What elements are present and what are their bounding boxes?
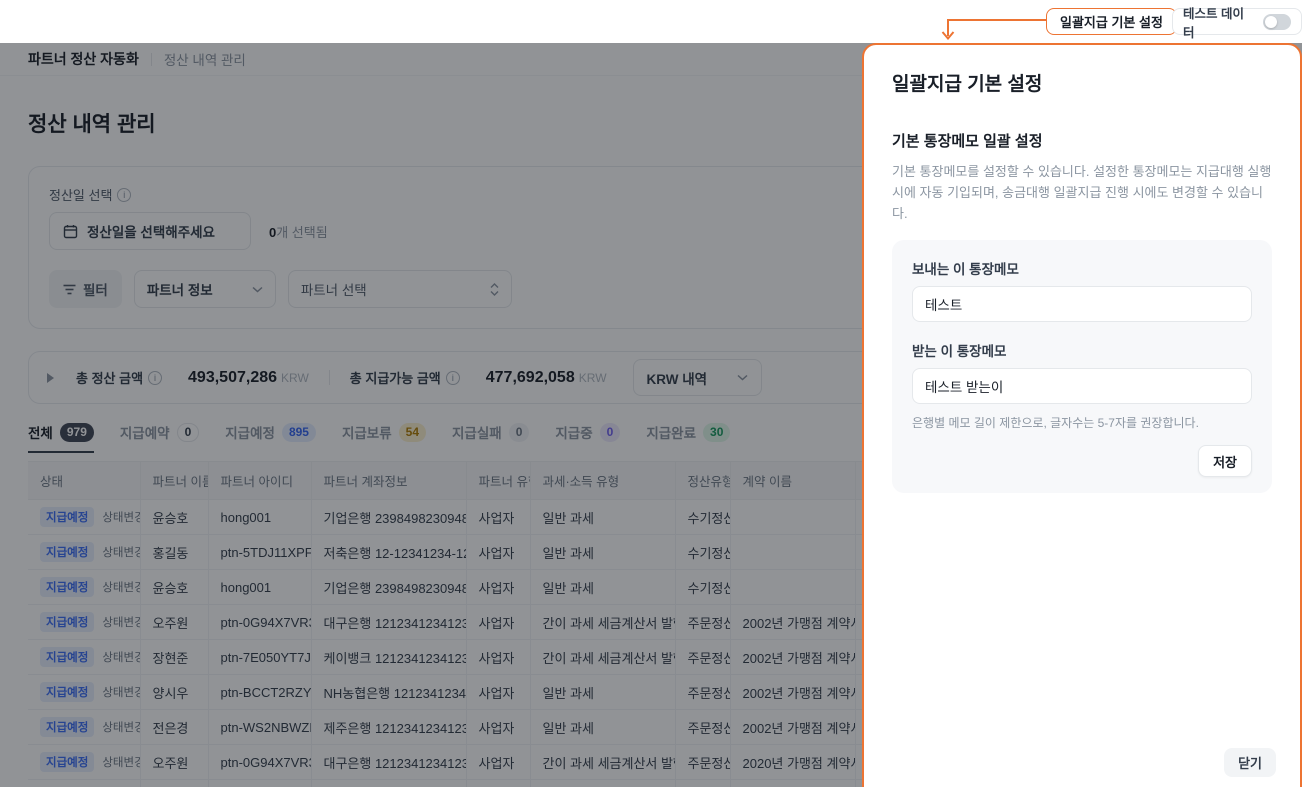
- test-data-label: 테스트 데이터: [1183, 3, 1255, 41]
- save-button[interactable]: 저장: [1198, 445, 1252, 477]
- receiver-memo-label: 받는 이 통장메모: [912, 340, 1252, 360]
- test-data-toggle[interactable]: [1263, 14, 1291, 30]
- drawer-description: 기본 통장메모를 설정할 수 있습니다. 설정한 통장메모는 지급대행 실행 시…: [892, 161, 1272, 224]
- screen: 파트너 정산 자동화 정산 내역 관리 정산 내역 관리 정산일 선택 i: [0, 0, 1302, 787]
- drawer-section-title: 기본 통장메모 일괄 설정: [892, 130, 1272, 151]
- drawer-title: 일괄지급 기본 설정: [892, 69, 1272, 96]
- sender-memo-label: 보내는 이 통장메모: [912, 258, 1252, 278]
- memo-settings-panel: 보내는 이 통장메모 받는 이 통장메모 은행별 메모 길이 제한으로, 글자수…: [892, 240, 1272, 493]
- toggle-knob: [1265, 16, 1277, 28]
- bulk-payment-settings-button[interactable]: 일괄지급 기본 설정: [1046, 8, 1177, 35]
- test-data-toggle-box: 테스트 데이터: [1172, 8, 1302, 35]
- connector-arrow-icon: [941, 31, 955, 40]
- receiver-memo-input[interactable]: [912, 368, 1252, 404]
- connector-line-horizontal: [948, 19, 1046, 21]
- close-button[interactable]: 닫기: [1224, 748, 1276, 777]
- bulk-payment-settings-drawer: 일괄지급 기본 설정 기본 통장메모 일괄 설정 기본 통장메모를 설정할 수 …: [862, 43, 1302, 787]
- memo-length-note: 은행별 메모 길이 제한으로, 글자수는 5-7자를 권장합니다.: [912, 414, 1252, 431]
- sender-memo-input[interactable]: [912, 286, 1252, 322]
